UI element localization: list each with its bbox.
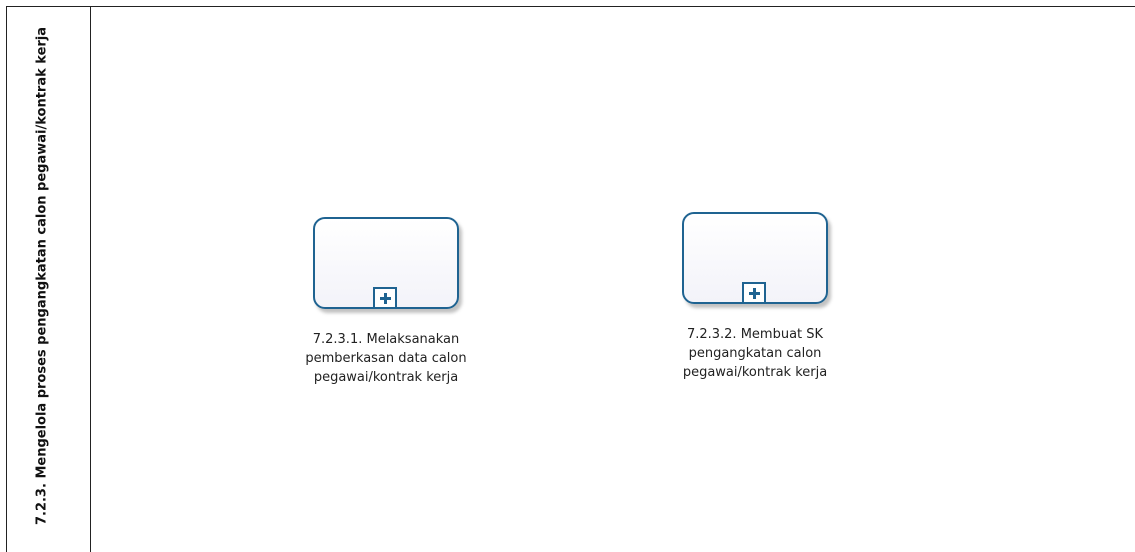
lane-title: 7.2.3. Mengelola proses pengangkatan cal… bbox=[34, 26, 50, 526]
subprocess-task-2[interactable] bbox=[682, 212, 828, 304]
task-label-2: 7.2.3.2. Membuat SK pengangkatan calon p… bbox=[682, 327, 828, 380]
subprocess-task-1[interactable] bbox=[313, 217, 459, 309]
collapsed-subprocess-plus-icon[interactable] bbox=[373, 287, 397, 309]
pool-frame bbox=[6, 6, 1135, 552]
collapsed-subprocess-plus-icon[interactable] bbox=[742, 282, 766, 304]
task-label-1: 7.2.3.1. Melaksanakan pemberkasan data c… bbox=[305, 332, 467, 385]
